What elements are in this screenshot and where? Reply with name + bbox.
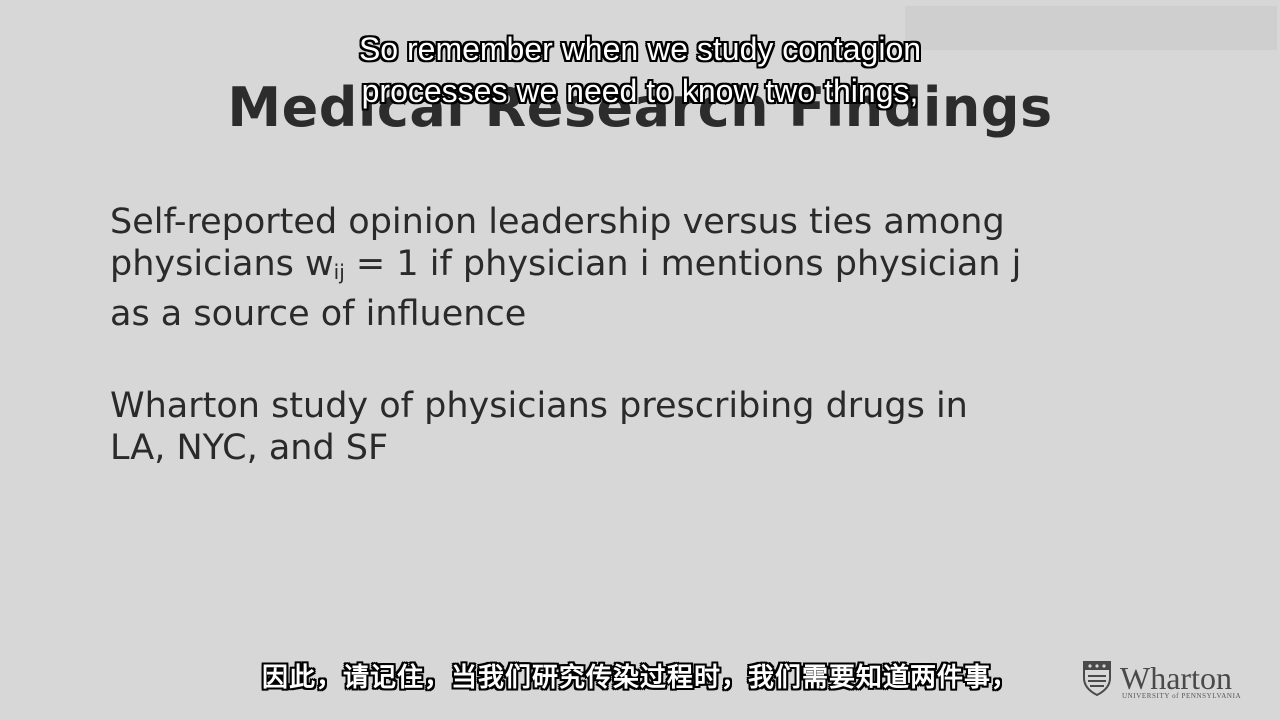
subtitle-line: processes we need to know two things,	[361, 73, 919, 109]
paragraph-line: Wharton study of physicians prescribing …	[110, 386, 968, 426]
paragraph-opinion-leadership: Self-reported opinion leadership versus …	[110, 201, 1150, 335]
subscript: ij	[333, 260, 345, 284]
paragraph-line: physicians wij = 1 if physician i mentio…	[110, 243, 1150, 293]
line-text: physicians w	[110, 244, 334, 284]
english-subtitle: So remember when we study contagion proc…	[0, 28, 1280, 112]
logo-subtitle: UNIVERSITY of PENNSYLVANIA	[1122, 692, 1242, 700]
slide: Medical Research Findings Self-reported …	[0, 0, 1280, 720]
paragraph-wharton-study: Wharton study of physicians prescribing …	[110, 385, 1150, 469]
paragraph-line: LA, NYC, and SF	[110, 428, 389, 468]
paragraph-line: Self-reported opinion leadership versus …	[110, 202, 1005, 242]
subtitle-line: So remember when we study contagion	[358, 31, 922, 67]
shield-icon	[1083, 661, 1111, 696]
paragraph-line: as a source of influence	[110, 294, 527, 334]
line-text: = 1 if physician i mentions physician j	[344, 244, 1022, 284]
wharton-logo: Wharton UNIVERSITY of PENNSYLVANIA	[1082, 660, 1242, 700]
